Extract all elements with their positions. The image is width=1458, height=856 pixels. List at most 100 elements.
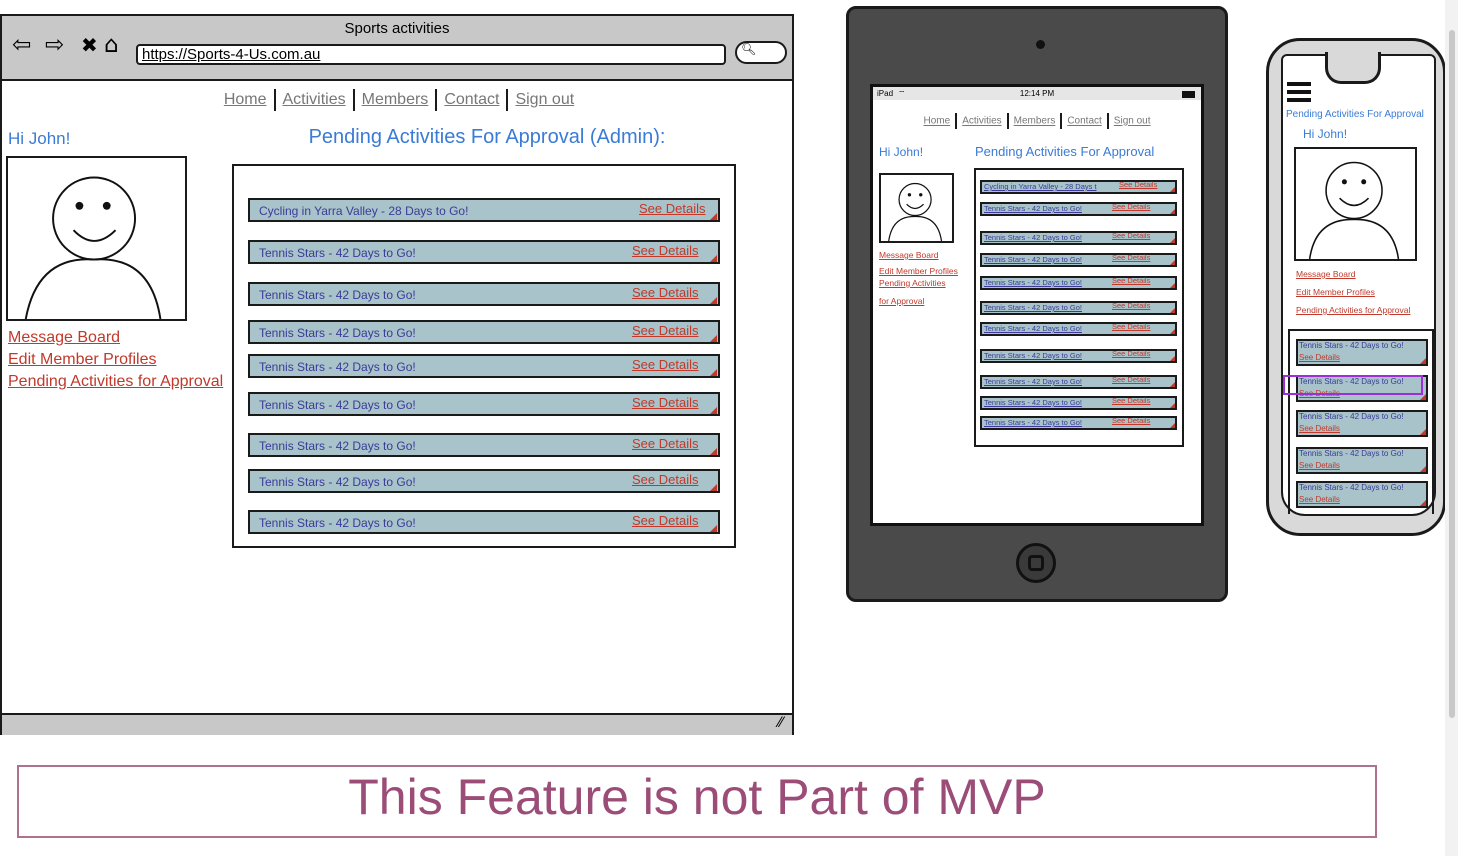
back-arrow-icon[interactable]: ⇦ xyxy=(12,32,31,58)
see-details-link[interactable]: See Details xyxy=(1112,276,1150,285)
activity-row: Tennis Stars - 42 Days to Go! See Details xyxy=(1296,447,1428,474)
edit-member-profiles-link[interactable]: Edit Member Profiles xyxy=(1296,283,1410,301)
page-title: Pending Activities For Approval xyxy=(975,144,1155,159)
activity-row: Tennis Stars - 42 Days to Go! See Details xyxy=(980,322,1177,336)
phone-notch xyxy=(1325,52,1381,84)
corner-marker xyxy=(710,525,717,532)
see-details-link[interactable]: See Details xyxy=(1299,461,1340,470)
message-board-link[interactable]: Message Board xyxy=(879,247,958,263)
edit-member-profiles-link[interactable]: Edit Member Profiles xyxy=(8,351,223,369)
nav-sign-out[interactable]: Sign out xyxy=(1114,116,1151,127)
nav-members[interactable]: Members xyxy=(362,91,429,108)
resize-handle-icon[interactable]: ⁄⁄ xyxy=(778,715,783,731)
nav-sign-out[interactable]: Sign out xyxy=(515,91,574,108)
corner-marker xyxy=(710,255,717,262)
activity-row: Tennis Stars - 42 Days to Go! See Detail… xyxy=(248,510,720,534)
see-details-link[interactable]: See Details xyxy=(1112,322,1150,331)
activity-row: Tennis Stars - 42 Days to Go! See Detail… xyxy=(248,469,720,493)
see-details-link[interactable]: See Details xyxy=(1112,202,1150,211)
corner-marker xyxy=(1170,283,1175,288)
corner-marker xyxy=(710,297,717,304)
see-details-link[interactable]: See Details xyxy=(632,285,698,300)
close-icon[interactable]: ✖ xyxy=(81,32,98,58)
pending-activities-list: Cycling in Yarra Valley - 28 Days t See D… xyxy=(974,168,1184,447)
nav-divider xyxy=(435,89,438,111)
activity-title: Tennis Stars - 42 Days to Go! xyxy=(984,377,1082,386)
activity-title: Tennis Stars - 42 Days to Go! xyxy=(259,288,416,302)
activity-row: Tennis Stars - 42 Days to Go! See Details xyxy=(980,253,1177,267)
see-details-link[interactable]: See Details xyxy=(639,201,705,216)
corner-marker xyxy=(1170,403,1175,408)
see-details-link[interactable]: See Details xyxy=(632,243,698,258)
forward-arrow-icon[interactable]: ⇨ xyxy=(45,32,64,58)
avatar-icon xyxy=(24,176,162,319)
see-details-link[interactable]: See Details xyxy=(632,472,698,487)
see-details-link[interactable]: See Details xyxy=(1112,301,1150,310)
window-title: Sports activities xyxy=(344,20,450,37)
see-details-link[interactable]: See Details xyxy=(632,357,698,372)
top-nav: Home Activities Members Contact Sign out xyxy=(873,113,1201,129)
greeting: Hi John! xyxy=(8,129,71,148)
see-details-link[interactable]: See Details xyxy=(1112,231,1150,240)
corner-marker xyxy=(710,484,717,491)
see-details-link[interactable]: See Details xyxy=(1299,424,1340,433)
activity-row: Tennis Stars - 42 Days to Go! See Details xyxy=(1296,481,1428,508)
message-board-link[interactable]: Message Board xyxy=(1296,265,1410,283)
see-details-link[interactable]: See Details xyxy=(1112,396,1150,405)
battery-icon xyxy=(1182,91,1195,98)
admin-links: Message Board Edit Member Profiles Pendi… xyxy=(1296,265,1410,319)
see-details-link[interactable]: See Details xyxy=(632,513,698,528)
activity-title: Tennis Stars - 42 Days to Go! xyxy=(1299,412,1404,421)
corner-marker xyxy=(1170,423,1175,428)
see-details-link[interactable]: See Details xyxy=(1112,416,1150,425)
activity-title: Tennis Stars - 42 Days to Go! xyxy=(259,246,416,260)
activity-title: Tennis Stars - 42 Days to Go! xyxy=(984,233,1082,242)
corner-marker xyxy=(1420,466,1426,472)
nav-contact[interactable]: Contact xyxy=(1067,116,1101,127)
url-bar[interactable]: https://Sports-4-Us.com.au xyxy=(136,44,726,65)
see-details-link[interactable]: See Details xyxy=(1112,349,1150,358)
nav-divider xyxy=(352,89,355,111)
avatar xyxy=(6,156,187,321)
see-details-link[interactable]: See Details xyxy=(632,395,698,410)
scrollbar-thumb[interactable] xyxy=(1449,30,1455,718)
see-details-link[interactable]: See Details xyxy=(1299,495,1340,504)
page-title: Pending Activities For Approval (Admin): xyxy=(308,126,666,148)
nav-activities[interactable]: Activities xyxy=(962,116,1001,127)
see-details-link[interactable]: See Details xyxy=(1299,353,1340,362)
see-details-link[interactable]: See Details xyxy=(1112,253,1150,262)
corner-marker xyxy=(1420,358,1426,364)
status-time: 12:14 PM xyxy=(1019,89,1055,98)
corner-marker xyxy=(1170,329,1175,334)
corner-marker xyxy=(710,407,717,414)
see-details-link[interactable]: See Details xyxy=(1112,375,1150,384)
pending-activities-link[interactable]: Pending Activities for Approval xyxy=(1296,301,1410,319)
activity-row: Tennis Stars - 42 Days to Go! See Detail… xyxy=(248,320,720,344)
home-icon[interactable]: ⌂ xyxy=(104,32,119,58)
pending-activities-link-cont[interactable]: for Approval xyxy=(879,293,958,309)
activity-title: Tennis Stars - 42 Days to Go! xyxy=(259,398,416,412)
message-board-link[interactable]: Message Board xyxy=(8,329,223,347)
nav-divider xyxy=(1106,113,1109,129)
activity-row: Tennis Stars - 42 Days to Go! See Detail… xyxy=(248,433,720,457)
admin-links: Message Board Edit Member Profiles Pendi… xyxy=(879,247,958,309)
corner-marker xyxy=(710,213,717,220)
nav-members[interactable]: Members xyxy=(1014,116,1056,127)
see-details-link[interactable]: See Details xyxy=(1119,180,1157,189)
see-details-link[interactable]: See Details xyxy=(632,323,698,338)
activity-title: Cycling in Yarra Valley - 28 Days t xyxy=(984,182,1097,191)
corner-marker xyxy=(1170,382,1175,387)
nav-activities[interactable]: Activities xyxy=(283,91,346,108)
search-box[interactable]: 🔍︎ xyxy=(735,41,787,64)
see-details-link[interactable]: See Details xyxy=(632,436,698,451)
hamburger-menu-icon[interactable] xyxy=(1287,82,1311,106)
activity-row: Tennis Stars - 42 Days to Go! See Details xyxy=(980,231,1177,245)
activity-title: Tennis Stars - 42 Days to Go! xyxy=(259,516,416,530)
nav-home[interactable]: Home xyxy=(224,91,267,108)
pending-activities-link[interactable]: Pending Activities for Approval xyxy=(8,373,223,391)
search-icon: 🔍︎ xyxy=(741,42,757,56)
corner-marker xyxy=(1170,260,1175,265)
nav-contact[interactable]: Contact xyxy=(444,91,499,108)
home-button[interactable] xyxy=(1016,543,1056,583)
nav-home[interactable]: Home xyxy=(924,116,951,127)
